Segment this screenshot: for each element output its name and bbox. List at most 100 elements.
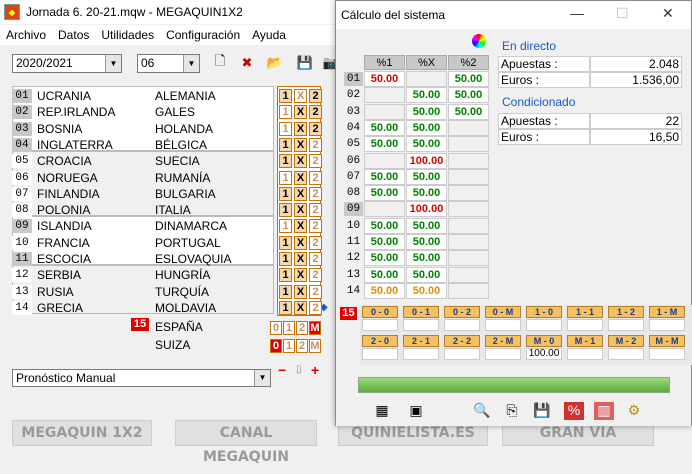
- result-value[interactable]: [485, 319, 521, 331]
- sign-x-toggle[interactable]: X: [294, 219, 307, 234]
- result-value[interactable]: [567, 348, 603, 360]
- pleno-sign-toggle[interactable]: 2: [296, 339, 308, 353]
- sign-x-toggle[interactable]: X: [294, 89, 307, 103]
- pronostico-select[interactable]: Pronóstico Manual ▼: [12, 369, 271, 387]
- sign-x-toggle[interactable]: X: [294, 121, 307, 136]
- result-value[interactable]: [649, 348, 685, 360]
- grid-cell[interactable]: 50.00: [364, 185, 405, 202]
- gears-icon[interactable]: ⚙: [624, 402, 644, 420]
- sign-2-toggle[interactable]: 2: [309, 203, 322, 218]
- grid-cell[interactable]: [448, 152, 489, 169]
- sign-1-toggle[interactable]: 1: [279, 268, 292, 283]
- grid-cell[interactable]: [448, 119, 489, 136]
- grid-cell[interactable]: 50.00: [364, 217, 405, 234]
- grid-cell[interactable]: 50.00: [406, 217, 447, 234]
- sign-1-toggle[interactable]: 1: [279, 252, 292, 266]
- jornada-select[interactable]: 06 ▼: [137, 54, 200, 73]
- sign-2-toggle[interactable]: 2: [309, 137, 322, 152]
- pleno-sign-toggle[interactable]: 0: [270, 339, 282, 353]
- color-wheel-icon[interactable]: [472, 34, 486, 48]
- grid-cell[interactable]: 50.00: [406, 87, 447, 104]
- grid-cell[interactable]: 50.00: [364, 234, 405, 250]
- pleno-sign-toggle[interactable]: 2: [296, 321, 308, 335]
- sign-2-toggle[interactable]: 2: [309, 252, 322, 266]
- calculator-icon[interactable]: ▦: [372, 402, 392, 420]
- pleno-sign-toggle[interactable]: 1: [283, 321, 295, 335]
- sign-2-toggle[interactable]: 2: [309, 235, 322, 250]
- result-value[interactable]: [362, 319, 398, 331]
- sign-2-toggle[interactable]: 2: [309, 284, 322, 299]
- menu-configuracion[interactable]: Configuración: [166, 28, 240, 42]
- grid-cell[interactable]: 50.00: [406, 250, 447, 267]
- grid-cell[interactable]: 50.00: [448, 87, 489, 104]
- sign-2-toggle[interactable]: 2: [309, 121, 322, 136]
- grid-cell[interactable]: [448, 201, 489, 218]
- sign-x-toggle[interactable]: X: [294, 268, 307, 283]
- sign-x-toggle[interactable]: X: [294, 252, 307, 266]
- sign-1-toggle[interactable]: 1: [279, 235, 292, 250]
- save-disk-icon[interactable]: 💾: [532, 402, 552, 420]
- grid-cell[interactable]: 50.00: [406, 103, 447, 120]
- grid-cell[interactable]: [364, 201, 405, 218]
- maximize-icon[interactable]: ☐: [616, 5, 629, 22]
- pleno-sign-toggle[interactable]: 1: [283, 339, 295, 353]
- sign-2-toggle[interactable]: 2: [309, 170, 322, 185]
- result-value[interactable]: [526, 319, 562, 331]
- sign-1-toggle[interactable]: 1: [279, 170, 292, 185]
- sign-2-toggle[interactable]: 2: [309, 300, 322, 315]
- pleno-sign-toggle[interactable]: M: [309, 321, 321, 335]
- logo-canal-megaquin[interactable]: CANAL MEGAQUIN: [175, 420, 317, 465]
- grid-cell[interactable]: [364, 103, 405, 120]
- grid-cell[interactable]: [448, 185, 489, 202]
- grid-cell[interactable]: 50.00: [406, 185, 447, 202]
- sign-2-toggle[interactable]: 2: [309, 154, 322, 169]
- sign-1-toggle[interactable]: 1: [279, 203, 292, 218]
- pleno-sign-toggle[interactable]: M: [309, 339, 321, 353]
- grid-cell[interactable]: [448, 217, 489, 234]
- sign-1-toggle[interactable]: 1: [279, 121, 292, 136]
- sign-2-toggle[interactable]: 2: [309, 89, 322, 103]
- grid-cell[interactable]: 50.00: [448, 71, 489, 87]
- sign-2-toggle[interactable]: 2: [309, 268, 322, 283]
- sign-1-toggle[interactable]: 1: [279, 284, 292, 299]
- grid-cell[interactable]: 50.00: [406, 168, 447, 185]
- result-value[interactable]: [485, 348, 521, 360]
- sign-2-toggle[interactable]: 2: [309, 186, 322, 201]
- sign-1-toggle[interactable]: 1: [279, 137, 292, 152]
- copy-icon[interactable]: ⎘: [502, 402, 522, 420]
- menu-archivo[interactable]: Archivo: [6, 28, 46, 42]
- sign-x-toggle[interactable]: X: [294, 300, 307, 315]
- grid-cell[interactable]: 50.00: [364, 250, 405, 267]
- save-calc-icon[interactable]: ▣: [406, 402, 426, 420]
- grid-cell[interactable]: 100.00: [406, 201, 447, 218]
- slider-icon[interactable]: ▯: [296, 364, 302, 375]
- sign-1-toggle[interactable]: 1: [279, 154, 292, 169]
- grid-cell[interactable]: 50.00: [406, 136, 447, 153]
- season-select[interactable]: 2020/2021 ▼: [12, 54, 122, 73]
- sign-1-toggle[interactable]: 1: [279, 89, 292, 103]
- open-folder-icon[interactable]: 📂: [266, 55, 284, 71]
- menu-datos[interactable]: Datos: [58, 28, 89, 42]
- delete-icon[interactable]: ✖: [238, 55, 256, 71]
- grid-cell[interactable]: [448, 234, 489, 250]
- result-value[interactable]: [567, 319, 603, 331]
- print-preview-icon[interactable]: 🔍: [472, 402, 492, 420]
- minus-icon[interactable]: −: [278, 362, 286, 378]
- result-value[interactable]: [403, 348, 439, 360]
- plus-icon[interactable]: +: [311, 362, 319, 378]
- sign-x-toggle[interactable]: X: [294, 235, 307, 250]
- sign-x-toggle[interactable]: X: [294, 284, 307, 299]
- grid-cell[interactable]: 100.00: [406, 152, 447, 169]
- grid-cell[interactable]: [448, 266, 489, 283]
- sign-x-toggle[interactable]: X: [294, 154, 307, 169]
- grid-cell[interactable]: [448, 168, 489, 185]
- menu-ayuda[interactable]: Ayuda: [252, 28, 286, 42]
- result-value[interactable]: [608, 319, 644, 331]
- minimize-icon[interactable]: —: [570, 5, 584, 21]
- new-file-icon[interactable]: 🗋: [211, 53, 229, 71]
- grid-cell[interactable]: 50.00: [406, 282, 447, 299]
- sign-x-toggle[interactable]: X: [294, 137, 307, 152]
- result-value[interactable]: [444, 348, 480, 360]
- grid-cell[interactable]: 50.00: [364, 282, 405, 299]
- grid-cell[interactable]: 50.00: [364, 136, 405, 153]
